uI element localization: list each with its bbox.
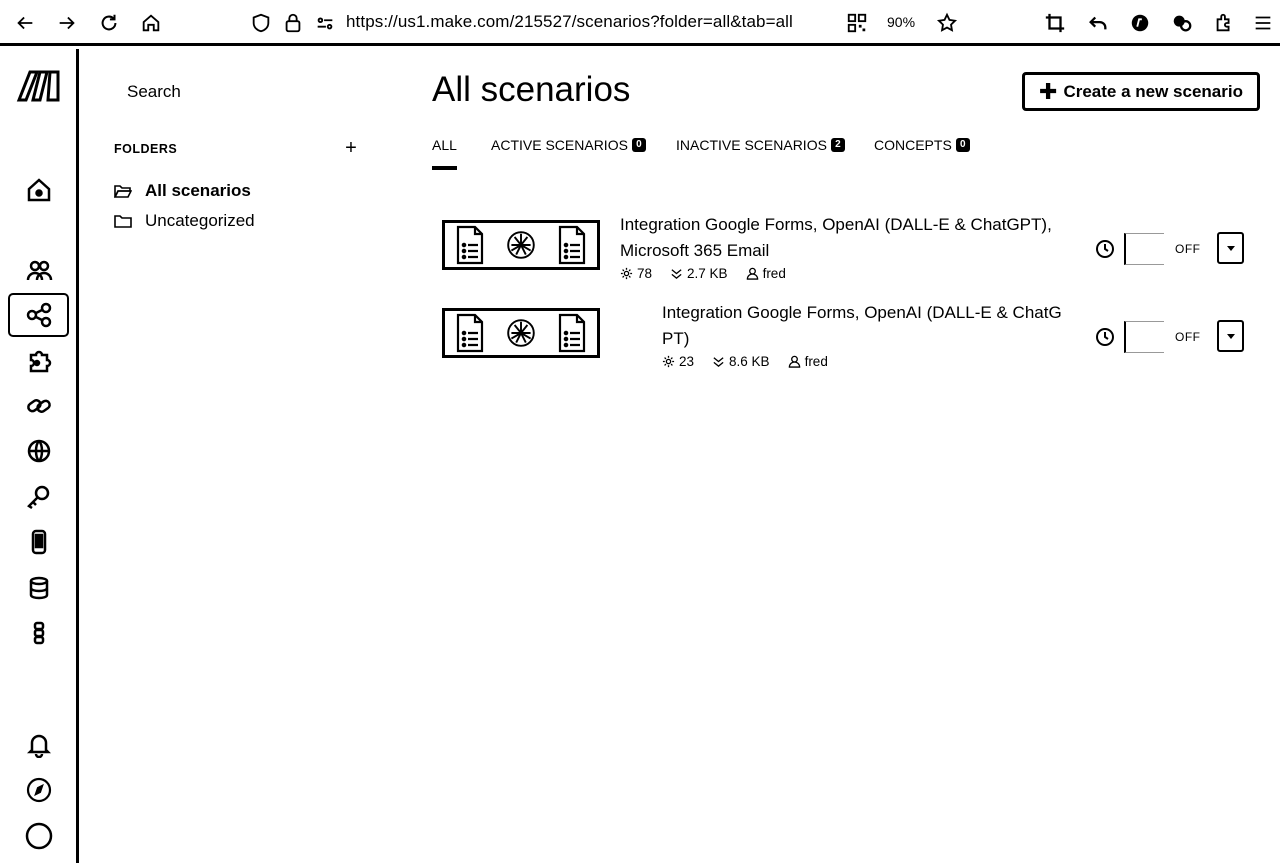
add-folder-button[interactable]: +: [341, 137, 361, 159]
address-bar-url[interactable]: https://us1.make.com/215527/scenarios?fo…: [346, 12, 793, 32]
tab-count-badge: 0: [955, 138, 970, 152]
openai-icon: [505, 224, 537, 266]
shield-icon[interactable]: [246, 8, 276, 38]
data-size-icon: [671, 269, 682, 279]
create-scenario-button[interactable]: ✚ Create a new scenario: [1022, 72, 1260, 111]
bookmark-star-icon[interactable]: [932, 8, 962, 38]
lock-icon[interactable]: [278, 8, 308, 38]
browser-toolbar: https://us1.make.com/215527/scenarios?fo…: [0, 0, 1280, 46]
tab-active-scenarios[interactable]: ACTIVE SCENARIOS 0: [491, 137, 646, 153]
notifications-bell-icon[interactable]: [8, 722, 69, 766]
folder-icon: [114, 215, 132, 228]
folder-label: Uncategorized: [145, 211, 255, 230]
data-size: 2.7 KB: [687, 266, 728, 281]
page-title: All scenarios: [432, 70, 631, 109]
zoom-level[interactable]: 90%: [887, 14, 915, 30]
scenario-title[interactable]: Integration Google Forms, OpenAI (DALL-E…: [662, 300, 1062, 352]
owner-name: fred: [804, 354, 828, 369]
google-forms-icon: [454, 312, 486, 354]
folder-search[interactable]: Search: [127, 82, 181, 102]
data-size-icon: [713, 357, 724, 367]
tab-label: INACTIVE SCENARIOS: [676, 137, 827, 153]
scenario-thumbnail[interactable]: [442, 308, 600, 358]
left-nav-rail: [0, 49, 79, 863]
google-forms-icon: [556, 312, 588, 354]
qr-code-icon[interactable]: [842, 8, 872, 38]
scenario-options-button[interactable]: [1217, 232, 1244, 264]
scenario-thumbnail[interactable]: [442, 220, 600, 270]
tab-label: CONCEPTS: [874, 137, 952, 153]
user-icon: [788, 355, 800, 368]
user-icon: [746, 267, 758, 280]
operations-gear-icon: [662, 355, 675, 368]
tab-count-badge: 2: [830, 138, 845, 152]
scenario-toggle[interactable]: [1124, 321, 1164, 353]
keys-icon[interactable]: [8, 475, 69, 519]
open-folder-icon: [114, 185, 132, 198]
home-page-icon[interactable]: [136, 8, 166, 38]
active-tab-indicator: [432, 166, 457, 170]
create-scenario-label: Create a new scenario: [1063, 81, 1243, 101]
templates-icon[interactable]: [8, 339, 69, 383]
tab-label: ALL: [432, 137, 457, 153]
folder-label: All scenarios: [145, 181, 251, 200]
plus-icon: ✚: [1039, 78, 1058, 104]
help-compass-icon[interactable]: [8, 768, 69, 812]
scenario-options-button[interactable]: [1217, 320, 1244, 352]
devices-icon[interactable]: [8, 520, 69, 564]
folders-heading: FOLDERS: [114, 142, 178, 156]
hamburger-menu-icon[interactable]: [1248, 8, 1278, 38]
extensions-puzzle-icon[interactable]: [1209, 8, 1239, 38]
operations-count: 23: [679, 354, 695, 369]
scenario-row[interactable]: Integration Google Forms, OpenAI (DALL-E…: [440, 214, 1260, 294]
tab-count-badge: 0: [631, 138, 646, 152]
reload-icon[interactable]: [94, 8, 124, 38]
toggle-status: OFF: [1175, 242, 1201, 256]
make-logo-icon[interactable]: [16, 69, 62, 103]
tab-label: ACTIVE SCENARIOS: [491, 137, 628, 153]
tab-concepts[interactable]: CONCEPTS 0: [874, 137, 970, 153]
tab-all[interactable]: ALL: [432, 137, 457, 153]
data-structures-icon[interactable]: [8, 611, 69, 655]
google-forms-icon: [556, 224, 588, 266]
operations-gear-icon: [620, 267, 633, 280]
scenario-title-line: Microsoft 365 Email: [620, 241, 770, 260]
owner-name: fred: [762, 266, 786, 281]
data-size: 8.6 KB: [729, 354, 770, 369]
scenario-row[interactable]: Integration Google Forms, OpenAI (DALL-E…: [440, 302, 1260, 382]
undo-icon[interactable]: [1083, 8, 1113, 38]
google-forms-icon: [454, 224, 486, 266]
folder-item-all-scenarios[interactable]: All scenarios: [114, 178, 251, 204]
scenario-title[interactable]: Integration Google Forms, OpenAI (DALL-E…: [620, 212, 1052, 264]
scenario-title-line: Integration Google Forms, OpenAI (DALL-E…: [662, 303, 1062, 322]
extension-icon[interactable]: [1125, 8, 1155, 38]
schedule-clock-icon[interactable]: [1095, 327, 1115, 347]
account-extension-icon[interactable]: [1167, 8, 1197, 38]
profile-avatar-icon[interactable]: [8, 814, 69, 858]
permissions-icon[interactable]: [310, 8, 340, 38]
scenario-meta: 23 8.6 KB fred: [662, 354, 828, 369]
back-arrow-icon[interactable]: [10, 8, 40, 38]
scenario-title-line: Integration Google Forms, OpenAI (DALL-E…: [620, 215, 1052, 234]
datastores-icon[interactable]: [8, 566, 69, 610]
scenario-meta: 78 2.7 KB fred: [620, 266, 786, 281]
toggle-status: OFF: [1175, 330, 1201, 344]
forward-arrow-icon[interactable]: [52, 8, 82, 38]
scenarios-icon[interactable]: [8, 293, 69, 337]
team-icon[interactable]: [8, 248, 69, 292]
scenario-title-line: PT): [662, 329, 690, 348]
operations-count: 78: [637, 266, 653, 281]
schedule-clock-icon[interactable]: [1095, 239, 1115, 259]
folder-item-uncategorized[interactable]: Uncategorized: [114, 208, 255, 234]
scenario-toggle[interactable]: [1124, 233, 1164, 265]
home-icon[interactable]: [8, 168, 69, 212]
crop-icon[interactable]: [1040, 8, 1070, 38]
webhooks-globe-icon[interactable]: [8, 429, 69, 473]
connections-icon[interactable]: [8, 384, 69, 428]
openai-icon: [505, 312, 537, 354]
tab-inactive-scenarios[interactable]: INACTIVE SCENARIOS 2: [676, 137, 845, 153]
